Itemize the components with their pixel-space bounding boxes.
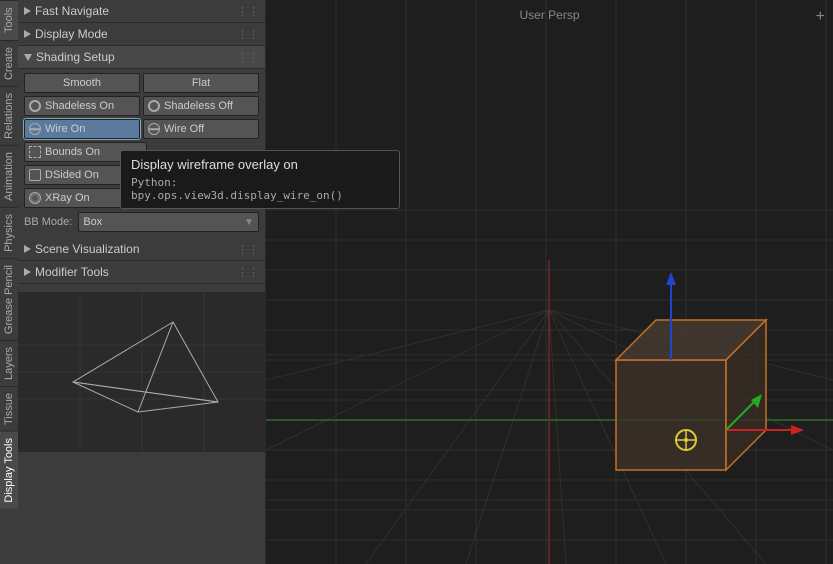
shading-setup-label: Shading Setup: [36, 50, 115, 64]
dsided-on-icon: [29, 169, 41, 181]
tab-tools[interactable]: Tools: [0, 0, 18, 40]
viewport-title: User Persp: [519, 8, 579, 22]
scene-viz-label: Scene Visualization: [35, 242, 140, 256]
wire-on-button[interactable]: Wire On: [24, 119, 140, 139]
wire-off-button[interactable]: Wire Off: [143, 119, 259, 139]
tab-display-tools[interactable]: Display Tools: [0, 431, 18, 509]
tab-animation[interactable]: Animation: [0, 145, 18, 207]
tab-layers[interactable]: Layers: [0, 340, 18, 386]
flat-button[interactable]: Flat: [143, 73, 259, 93]
smooth-flat-row: Smooth Flat: [24, 73, 259, 93]
thumbnail-svg: [18, 292, 265, 452]
viewport[interactable]: User Persp +: [266, 0, 833, 564]
shadeless-off-button[interactable]: Shadeless Off: [143, 96, 259, 116]
fast-navigate-collapse-icon: [24, 7, 31, 15]
shading-setup-collapse-icon: [24, 54, 32, 61]
viewport-svg: [266, 0, 833, 564]
display-mode-label: Display Mode: [35, 27, 108, 41]
wire-on-icon: [29, 123, 41, 135]
scene-viz-collapse-icon: [24, 245, 31, 253]
bb-mode-arrow-icon: ▼: [244, 217, 254, 228]
bb-mode-select[interactable]: Box ▼: [78, 212, 259, 232]
dsided-row: DSided On: [24, 165, 259, 185]
main-panel: Fast Navigate ⋮⋮ Display Mode ⋮⋮ Shading…: [18, 0, 266, 564]
display-mode-dots: ⋮⋮: [237, 28, 259, 41]
tab-create[interactable]: Create: [0, 40, 18, 86]
tab-physics[interactable]: Physics: [0, 207, 18, 258]
bb-mode-row: BB Mode: Box ▼: [24, 212, 259, 232]
modifier-tools-label: Modifier Tools: [35, 265, 109, 279]
fast-navigate-dots: ⋮⋮: [237, 5, 259, 18]
xray-row: XRay On: [24, 188, 259, 208]
viewport-expand-icon[interactable]: +: [816, 8, 825, 26]
bb-mode-value: Box: [83, 216, 102, 228]
shading-setup-content: Smooth Flat Shadeless On Shadeless Off W…: [18, 69, 265, 238]
fast-navigate-label: Fast Navigate: [35, 4, 109, 18]
shadeless-on-icon: [29, 100, 41, 112]
bounds-on-icon: [29, 146, 41, 158]
shadeless-row: Shadeless On Shadeless Off: [24, 96, 259, 116]
fast-navigate-header[interactable]: Fast Navigate ⋮⋮: [18, 0, 265, 23]
panel-thumbnail: [18, 292, 265, 452]
bb-mode-label: BB Mode:: [24, 216, 72, 228]
modifier-tools-collapse-icon: [24, 268, 31, 276]
scene-viz-dots: ⋮⋮: [237, 243, 259, 256]
bounds-on-button[interactable]: Bounds On: [24, 142, 147, 162]
smooth-button[interactable]: Smooth: [24, 73, 140, 93]
dsided-on-button[interactable]: DSided On: [24, 165, 147, 185]
shadeless-off-icon: [148, 100, 160, 112]
tab-strip: Tools Create Relations Animation Physics…: [0, 0, 18, 564]
display-mode-collapse-icon: [24, 30, 31, 38]
shadeless-on-button[interactable]: Shadeless On: [24, 96, 140, 116]
tab-tissue[interactable]: Tissue: [0, 386, 18, 431]
bounds-row: Bounds On: [24, 142, 259, 162]
xray-on-button[interactable]: XRay On: [24, 188, 147, 208]
shading-setup-dots: ⋮⋮: [237, 51, 259, 64]
scene-visualization-header[interactable]: Scene Visualization ⋮⋮: [18, 238, 265, 261]
modifier-tools-header[interactable]: Modifier Tools ⋮⋮: [18, 261, 265, 284]
wire-off-icon: [148, 123, 160, 135]
shading-setup-header[interactable]: Shading Setup ⋮⋮: [18, 46, 265, 69]
wire-row: Wire On Wire Off: [24, 119, 259, 139]
xray-on-icon: [29, 192, 41, 204]
modifier-tools-dots: ⋮⋮: [237, 266, 259, 279]
tab-grease-pencil[interactable]: Grease Pencil: [0, 258, 18, 340]
display-mode-header[interactable]: Display Mode ⋮⋮: [18, 23, 265, 46]
tab-relations[interactable]: Relations: [0, 86, 18, 145]
